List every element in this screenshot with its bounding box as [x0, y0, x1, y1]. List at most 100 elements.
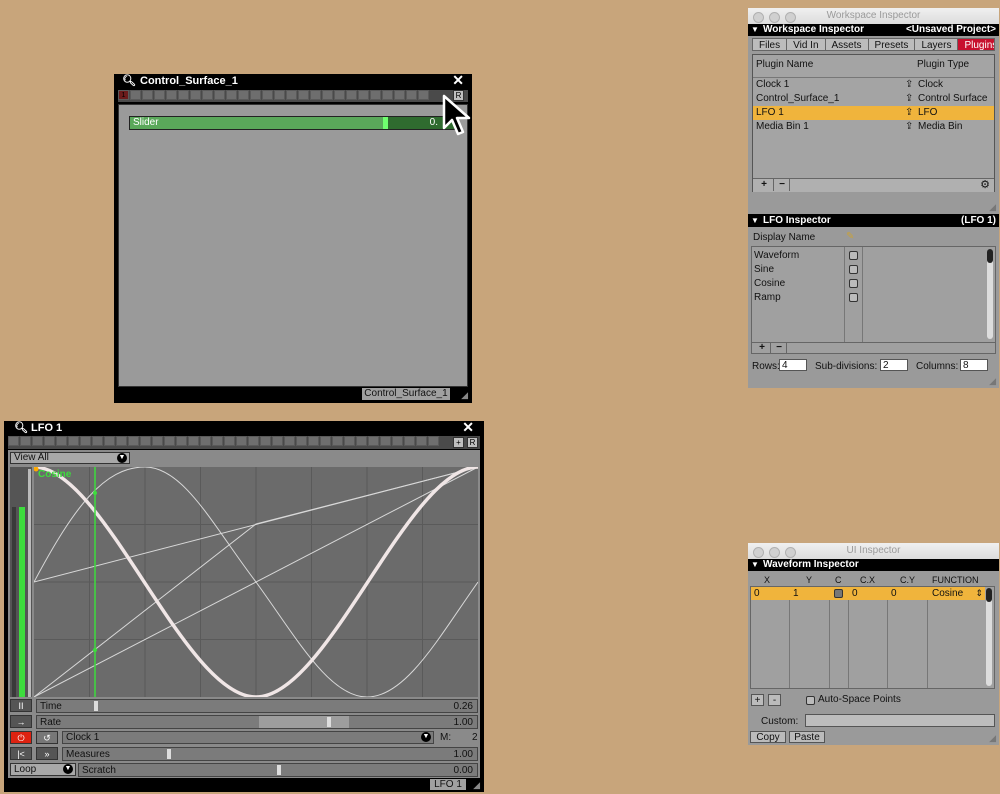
col-cx[interactable]: C.X: [860, 574, 875, 586]
close-icon[interactable]: ✕: [462, 420, 474, 434]
control-surface-titlebar[interactable]: 🔍︎ Control_Surface_1 ✕: [114, 73, 472, 88]
item-checkbox[interactable]: [849, 251, 858, 260]
power-button[interactable]: ⏻: [10, 731, 32, 744]
loop-back-button[interactable]: ↺: [36, 731, 58, 744]
cell-c-checkbox[interactable]: [834, 589, 843, 598]
cell-cy[interactable]: 0: [891, 587, 897, 600]
triangle-down-icon[interactable]: ▼: [751, 214, 759, 227]
workspace-window-title: Workspace Inspector: [826, 10, 921, 21]
updown-icon[interactable]: ⇕: [975, 587, 983, 600]
resize-grip-icon[interactable]: ◢: [989, 733, 996, 744]
workspace-window-titlebar[interactable]: Workspace Inspector: [748, 8, 999, 25]
rewind-button[interactable]: |<: [10, 747, 32, 760]
close-icon[interactable]: ✕: [452, 73, 464, 87]
table-row[interactable]: Media Bin 1 ⇪ Media Bin: [753, 120, 994, 134]
columns-field[interactable]: 8: [960, 359, 988, 371]
triangle-down-icon[interactable]: ▼: [751, 24, 759, 36]
cell-function[interactable]: Cosine: [932, 587, 963, 600]
table-row[interactable]: Control_Surface_1 ⇪ Control Surface: [753, 92, 994, 106]
time-slider-handle[interactable]: [94, 701, 98, 711]
item-checkbox[interactable]: [849, 265, 858, 274]
col-function[interactable]: FUNCTION: [932, 574, 979, 586]
loop-select[interactable]: Loop ▼: [10, 763, 76, 776]
item-checkbox[interactable]: [849, 279, 858, 288]
slider-handle[interactable]: [382, 117, 388, 129]
edit-icon[interactable]: ✎: [846, 231, 854, 242]
control-surface-window: 🔍︎ Control_Surface_1 ✕ 1 R Slider 0. Con…: [114, 73, 472, 403]
pause-button[interactable]: II: [10, 699, 32, 712]
grid-cell-1[interactable]: 1: [118, 90, 129, 100]
clock-select[interactable]: Clock 1 ▼: [62, 731, 434, 744]
resize-grip-icon[interactable]: ◢: [473, 780, 480, 791]
col-cy[interactable]: C.Y: [900, 574, 915, 586]
slider-track[interactable]: Slider 0.: [129, 116, 455, 130]
control-surface-footer-tab: Control_Surface_1: [362, 388, 450, 400]
add-item-button[interactable]: +: [754, 342, 771, 353]
r-button[interactable]: R: [467, 437, 478, 448]
add-point-button[interactable]: +: [751, 694, 764, 706]
resize-grip-icon[interactable]: ◢: [989, 202, 996, 213]
scratch-slider-handle[interactable]: [277, 765, 281, 775]
paste-button[interactable]: Paste: [789, 731, 825, 743]
tab-vid-in[interactable]: Vid In: [787, 39, 826, 50]
measures-slider-handle[interactable]: [167, 749, 171, 759]
scratch-slider[interactable]: Scratch 0.00: [78, 763, 478, 777]
resize-grip-icon[interactable]: ◢: [461, 390, 468, 401]
table-row-selected[interactable]: 0 1 0 0 Cosine ⇕: [751, 587, 985, 600]
plugin-table: Plugin Name Plugin Type Clock 1 ⇪ Clock …: [752, 54, 995, 192]
rows-field[interactable]: 4: [779, 359, 807, 371]
measures-label: Measures: [66, 749, 110, 760]
view-select[interactable]: View All ▼: [10, 452, 130, 464]
gear-icon[interactable]: ⚙: [980, 178, 990, 191]
measures-slider[interactable]: Measures 1.00: [62, 747, 478, 761]
scrollbar[interactable]: [987, 249, 993, 339]
cell-y[interactable]: 1: [793, 587, 799, 600]
list-item[interactable]: Ramp: [752, 291, 992, 305]
copy-button[interactable]: Copy: [750, 731, 786, 743]
cell-cx[interactable]: 0: [852, 587, 858, 600]
list-item[interactable]: Cosine: [752, 277, 992, 291]
scrollbar[interactable]: [986, 588, 992, 686]
col-plugin-type[interactable]: Plugin Type: [917, 59, 969, 70]
search-icon[interactable]: 🔍︎: [14, 421, 28, 435]
arrow-right-button[interactable]: →: [10, 715, 32, 728]
remove-plugin-button[interactable]: −: [775, 179, 790, 191]
resize-grip-icon[interactable]: ◢: [989, 376, 996, 387]
col-x[interactable]: X: [764, 574, 770, 586]
time-slider[interactable]: Time 0.26: [36, 699, 478, 713]
tab-plugins[interactable]: Plugins: [958, 39, 994, 50]
col-plugin-name[interactable]: Plugin Name: [756, 59, 813, 70]
triangle-down-icon[interactable]: ▼: [751, 559, 759, 571]
tab-presets[interactable]: Presets: [869, 39, 916, 50]
add-plugin-button[interactable]: +: [755, 179, 774, 191]
custom-field[interactable]: [805, 714, 995, 727]
slider-fill: [130, 117, 383, 129]
subdiv-field[interactable]: 2: [880, 359, 908, 371]
list-item[interactable]: Waveform: [752, 249, 992, 263]
ui-window-titlebar[interactable]: UI Inspector: [748, 543, 999, 560]
plugin-name: Control_Surface_1: [756, 93, 840, 104]
search-icon[interactable]: 🔍︎: [122, 74, 136, 88]
table-row[interactable]: Clock 1 ⇪ Clock: [753, 78, 994, 92]
lfo-footer-tab: LFO 1: [430, 779, 466, 790]
col-y[interactable]: Y: [806, 574, 812, 586]
lfo-titlebar[interactable]: 🔍︎ LFO 1 ✕: [4, 420, 484, 435]
remove-point-button[interactable]: -: [768, 694, 781, 706]
item-checkbox[interactable]: [849, 293, 858, 302]
fast-forward-button[interactable]: »: [36, 747, 58, 760]
cell-x[interactable]: 0: [754, 587, 760, 600]
list-item[interactable]: Sine: [752, 263, 992, 277]
rate-slider[interactable]: Rate 1.00: [36, 715, 478, 729]
table-row-selected[interactable]: LFO 1 ⇪ LFO: [753, 106, 994, 120]
col-c[interactable]: C: [835, 574, 842, 586]
tab-assets[interactable]: Assets: [826, 39, 869, 50]
remove-item-button[interactable]: −: [772, 342, 787, 353]
rate-slider-handle[interactable]: [327, 717, 331, 727]
plus-button[interactable]: +: [453, 437, 464, 448]
waveform-canvas[interactable]: [34, 467, 478, 697]
tab-files[interactable]: Files: [753, 39, 788, 50]
tab-layers[interactable]: Layers: [915, 39, 959, 50]
plugin-name: Clock 1: [756, 79, 790, 90]
auto-space-checkbox[interactable]: [806, 696, 815, 705]
plugin-type: LFO: [918, 107, 938, 118]
